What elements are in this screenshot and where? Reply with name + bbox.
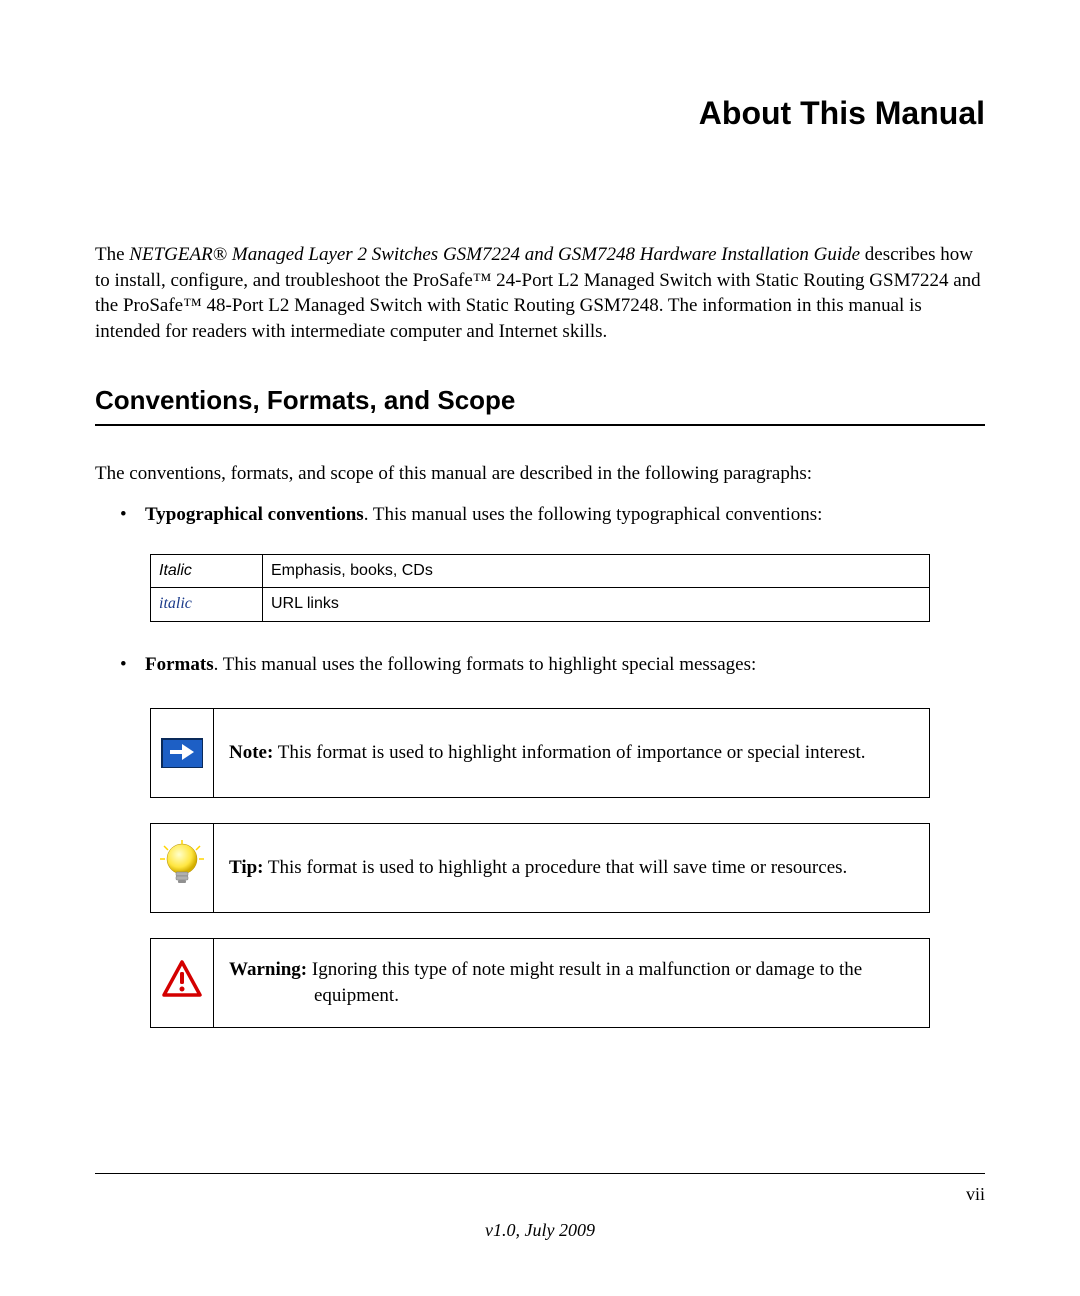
page-footer: vii v1.0, July 2009 bbox=[95, 1173, 985, 1241]
tip-body: This format is used to highlight a proce… bbox=[264, 857, 848, 878]
conv-row1-col2: Emphasis, books, CDs bbox=[263, 554, 930, 587]
intro-paragraph: The NETGEAR® Managed Layer 2 Switches GS… bbox=[95, 242, 985, 345]
section-intro: The conventions, formats, and scope of t… bbox=[95, 461, 985, 488]
lightbulb-icon bbox=[157, 839, 207, 898]
tip-callout: Tip: This format is used to highlight a … bbox=[150, 823, 930, 913]
warning-label: Warning: bbox=[229, 959, 307, 980]
table-row: Italic Emphasis, books, CDs bbox=[151, 554, 930, 587]
tip-text: Tip: This format is used to highlight a … bbox=[214, 824, 929, 912]
conv-row2-col1: italic bbox=[151, 588, 263, 621]
bullet-formats: Formats. This manual uses the following … bbox=[120, 652, 985, 1029]
bullet-formats-rest: . This manual uses the following formats… bbox=[214, 654, 757, 675]
bullet-typographical: Typographical conventions. This manual u… bbox=[120, 502, 985, 621]
warning-body-line2: equipment. bbox=[229, 983, 862, 1009]
page-title: About This Manual bbox=[95, 95, 985, 132]
bullet-typo-rest: . This manual uses the following typogra… bbox=[364, 504, 823, 525]
note-body: This format is used to highlight informa… bbox=[273, 742, 865, 763]
note-icon-cell bbox=[151, 709, 214, 797]
bullet-formats-label: Formats bbox=[145, 654, 214, 675]
note-label: Note: bbox=[229, 742, 273, 763]
tip-icon-cell bbox=[151, 824, 214, 912]
note-text: Note: This format is used to highlight i… bbox=[214, 709, 929, 797]
intro-doc-title: NETGEAR® Managed Layer 2 Switches GSM722… bbox=[129, 244, 860, 265]
intro-lead: The bbox=[95, 244, 129, 265]
page-number: vii bbox=[95, 1184, 985, 1205]
conv-row1-col1: Italic bbox=[151, 554, 263, 587]
bullet-typo-label: Typographical conventions bbox=[145, 504, 364, 525]
conventions-table: Italic Emphasis, books, CDs italic URL l… bbox=[150, 554, 930, 622]
warning-callout: Warning: Ignoring this type of note migh… bbox=[150, 938, 930, 1028]
table-row: italic URL links bbox=[151, 588, 930, 621]
tip-label: Tip: bbox=[229, 857, 264, 878]
arrow-right-icon bbox=[161, 738, 203, 768]
conv-row2-col2: URL links bbox=[263, 588, 930, 621]
section-heading: Conventions, Formats, and Scope bbox=[95, 385, 985, 426]
note-callout: Note: This format is used to highlight i… bbox=[150, 708, 930, 798]
warning-icon-cell bbox=[151, 939, 214, 1027]
doc-version: v1.0, July 2009 bbox=[95, 1220, 985, 1241]
warning-body-line1: Ignoring this type of note might result … bbox=[307, 959, 862, 980]
warning-triangle-icon bbox=[161, 958, 203, 1009]
warning-text: Warning: Ignoring this type of note migh… bbox=[214, 939, 929, 1027]
